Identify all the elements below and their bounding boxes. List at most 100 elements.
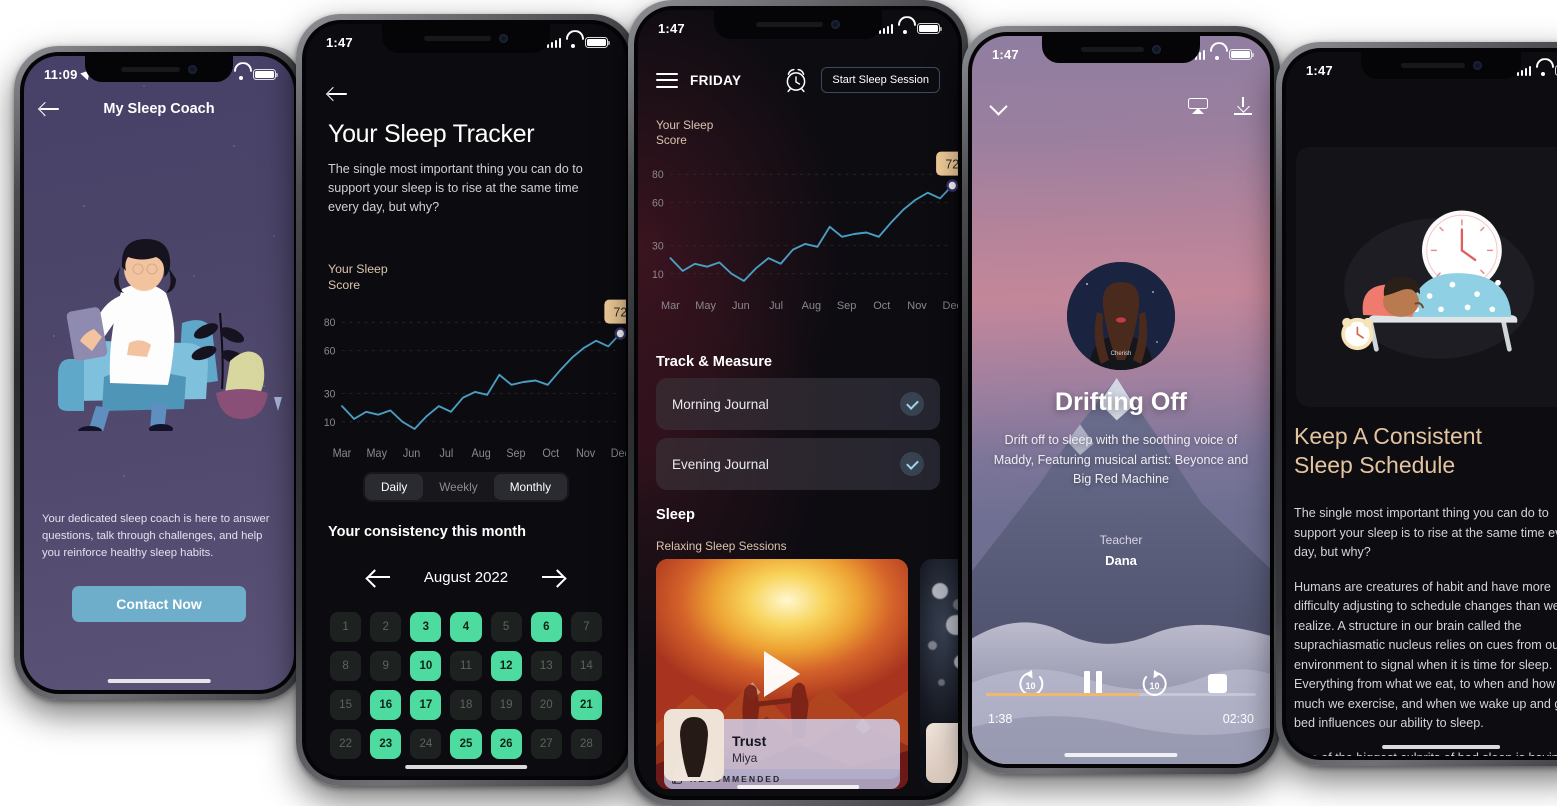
- segment-monthly[interactable]: Monthly: [493, 474, 568, 500]
- home-indicator[interactable]: [1064, 752, 1178, 757]
- svg-text:Dec: Dec: [943, 300, 958, 312]
- segment-weekly[interactable]: Weekly: [423, 474, 493, 500]
- calendar-day[interactable]: 5: [490, 612, 522, 642]
- phone-2-sleep-tracker: 1:47 Your Sleep Tracker The single most …: [296, 14, 636, 786]
- start-sleep-session-button[interactable]: Start Sleep Session: [821, 67, 940, 93]
- teacher-name: Dana: [1105, 553, 1137, 568]
- back-row: [328, 86, 348, 102]
- month-navigator: August 2022: [366, 560, 566, 594]
- svg-text:72: 72: [945, 157, 958, 171]
- play-icon[interactable]: [764, 651, 800, 697]
- calendar-day[interactable]: 8: [330, 651, 362, 681]
- timeframe-segmented-control[interactable]: Daily Weekly Monthly: [362, 472, 570, 502]
- calendar-day[interactable]: 12: [490, 651, 522, 681]
- calendar-day[interactable]: 9: [370, 651, 402, 681]
- front-camera: [499, 34, 509, 43]
- alarm-clock-icon[interactable]: [783, 67, 809, 93]
- svg-text:60: 60: [324, 345, 336, 357]
- hamburger-menu-icon[interactable]: [656, 72, 678, 88]
- chart-svg: 10 30 60 80 Mar May Jun Jul Aug Sep Oct Nov Dec 72: [324, 299, 626, 460]
- back-arrow-icon[interactable]: [328, 86, 348, 102]
- calendar-day[interactable]: 26: [490, 729, 522, 759]
- svg-text:Jun: Jun: [403, 448, 420, 460]
- notch: [382, 24, 550, 53]
- calendar-day[interactable]: 3: [410, 612, 442, 642]
- calendar-day[interactable]: 28: [570, 729, 602, 759]
- calendar-day[interactable]: 15: [330, 690, 362, 720]
- consistency-calendar: 1 2 3 4 5 6 7 8 9 10 11 12 13 14 15 16 17 18 19 20 21 22 23 24 2…: [330, 612, 602, 759]
- chart-axis-label: Your Sleep Score: [328, 262, 388, 293]
- calendar-day[interactable]: 1: [330, 612, 362, 642]
- contact-now-button[interactable]: Contact Now: [72, 586, 246, 622]
- wifi-icon: [1536, 65, 1550, 77]
- chart-label-line1: Your Sleep: [656, 118, 714, 132]
- calendar-day[interactable]: 10: [410, 651, 442, 681]
- home-indicator[interactable]: [405, 764, 527, 769]
- front-camera: [1152, 45, 1162, 54]
- svg-text:Jul: Jul: [769, 300, 783, 312]
- calendar-day[interactable]: 4: [450, 612, 482, 642]
- notch: [714, 10, 882, 39]
- calendar-day[interactable]: 6: [530, 612, 562, 642]
- calendar-day[interactable]: 25: [450, 729, 482, 759]
- consistency-heading: Your consistency this month: [328, 524, 526, 540]
- session-card-trust[interactable]: Trust Miya RECOMMENDED: [656, 559, 908, 789]
- calendar-day[interactable]: 19: [490, 690, 522, 720]
- sleep-heading: Sleep: [656, 507, 695, 523]
- calendar-day[interactable]: 20: [530, 690, 562, 720]
- calendar-day[interactable]: 23: [370, 729, 402, 759]
- arrow-right-icon[interactable]: [540, 568, 566, 586]
- calendar-day[interactable]: 13: [530, 651, 562, 681]
- calendar-day[interactable]: 11: [450, 651, 482, 681]
- calendar-day[interactable]: 21: [570, 690, 602, 720]
- svg-text:10: 10: [324, 417, 336, 429]
- track-item-label: Evening Journal: [672, 456, 769, 472]
- calendar-day[interactable]: 27: [530, 729, 562, 759]
- track-item-morning-journal[interactable]: Morning Journal: [656, 378, 940, 430]
- article-paragraph: The single most important thing you can …: [1294, 506, 1557, 560]
- calendar-day[interactable]: 7: [570, 612, 602, 642]
- navigation-bar: My Sleep Coach: [24, 92, 294, 126]
- calendar-day[interactable]: 2: [370, 612, 402, 642]
- stop-icon[interactable]: [1207, 673, 1227, 693]
- check-icon[interactable]: [900, 452, 924, 476]
- front-camera: [831, 20, 841, 29]
- track-measure-heading: Track & Measure: [656, 354, 773, 370]
- speaker-grille: [1400, 63, 1465, 68]
- article-body: The single most important thing you can …: [1294, 504, 1557, 756]
- calendar-day[interactable]: 18: [450, 690, 482, 720]
- relaxing-sessions-label: Relaxing Sleep Sessions: [656, 539, 787, 553]
- home-indicator[interactable]: [737, 784, 859, 789]
- segment-daily[interactable]: Daily: [364, 474, 424, 500]
- svg-text:Sep: Sep: [506, 448, 525, 460]
- front-camera: [1472, 61, 1482, 70]
- back-arrow-icon[interactable]: [40, 101, 60, 117]
- pause-icon[interactable]: [1083, 671, 1102, 695]
- calendar-day[interactable]: 14: [570, 651, 602, 681]
- airplay-icon[interactable]: [1188, 98, 1208, 114]
- home-indicator[interactable]: [1382, 744, 1500, 749]
- chart-label-line1: Your Sleep: [328, 262, 388, 276]
- article-paragraph: Humans are creatures of habit and have m…: [1294, 579, 1557, 731]
- track-item-evening-journal[interactable]: Evening Journal: [656, 438, 940, 490]
- chevron-down-icon[interactable]: [990, 98, 1007, 115]
- check-icon[interactable]: [900, 392, 924, 416]
- calendar-day[interactable]: 22: [330, 729, 362, 759]
- svg-text:Nov: Nov: [576, 448, 596, 460]
- phone-screen: 11:09 My Sleep Coach Your dedicated slee…: [24, 56, 294, 690]
- chart-axis-label: Your Sleep Score: [656, 118, 713, 148]
- calendar-day[interactable]: 17: [410, 690, 442, 720]
- chart-svg: 10 30 60 80 Mar May Jun Jul Aug Sep Oct Nov Dec 72: [652, 151, 958, 312]
- svg-text:Sep: Sep: [837, 300, 856, 312]
- session-card-next[interactable]: [920, 559, 958, 789]
- track-item-label: Morning Journal: [672, 396, 769, 412]
- page-title: My Sleep Coach: [103, 101, 215, 117]
- progress-bar[interactable]: [986, 693, 1256, 696]
- arrow-left-icon[interactable]: [366, 568, 392, 586]
- phone-5-article: 1:47 Keep A Consistent Sleep Schedule Th…: [1276, 42, 1557, 766]
- speaker-grille: [120, 66, 181, 72]
- home-indicator[interactable]: [107, 678, 211, 683]
- download-icon[interactable]: [1234, 97, 1252, 115]
- calendar-day[interactable]: 24: [410, 729, 442, 759]
- calendar-day[interactable]: 16: [370, 690, 402, 720]
